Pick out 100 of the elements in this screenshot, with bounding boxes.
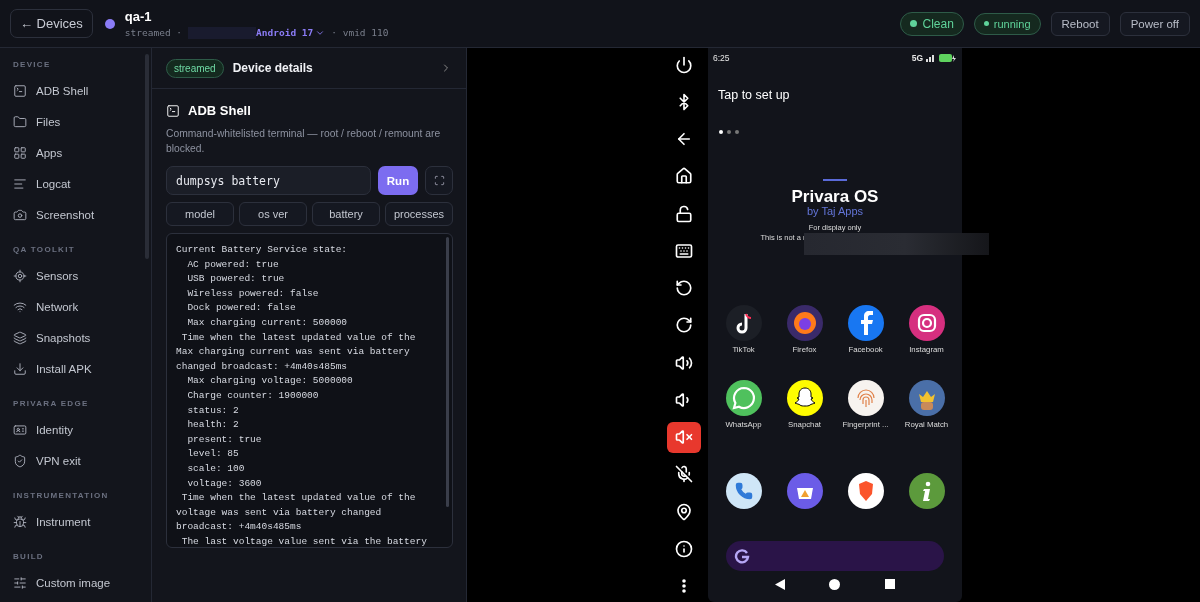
clock: 6:25 — [713, 52, 730, 63]
location-icon — [675, 502, 693, 521]
output-line: changed broadcast: +4m40s485ms — [176, 359, 349, 374]
output-line: Max charging voltage: 5000000 — [186, 374, 354, 389]
card-icon — [13, 422, 27, 437]
camera-icon — [13, 207, 27, 222]
sliders-icon — [13, 575, 27, 590]
g-logo-icon — [734, 548, 750, 564]
sidebar-item[interactable]: Sensors — [13, 260, 151, 291]
keyboard-icon — [675, 241, 693, 260]
output-line: scale: 100 — [186, 461, 246, 476]
more-icon — [682, 579, 686, 594]
back-button[interactable]: ← Devices — [10, 9, 93, 38]
sidebar-item[interactable]: Identity — [13, 414, 151, 445]
power-icon — [675, 55, 693, 74]
sidebar-item[interactable]: Apps — [13, 137, 151, 168]
sidebar-item[interactable]: Instrument — [13, 506, 151, 537]
firefox-app-icon[interactable] — [786, 305, 823, 341]
command-field[interactable]: dumpsys battery — [166, 166, 371, 195]
snapchat-app-icon[interactable] — [786, 380, 823, 416]
status-pill: running — [973, 12, 1041, 35]
rotate-left-icon — [675, 279, 693, 298]
run-button[interactable]: Run — [378, 166, 418, 195]
device-name: qa-1 — [124, 8, 153, 24]
status-pill: Clean — [900, 11, 964, 36]
network-label: 5G — [911, 52, 923, 63]
terminal-icon — [166, 103, 180, 118]
preset-button[interactable]: processes — [385, 202, 453, 226]
info-icon — [675, 539, 693, 558]
wifi-icon — [13, 299, 27, 314]
output-line: Max charging current: 500000 — [186, 315, 349, 330]
page-dot[interactable] — [735, 130, 739, 134]
store-app-icon[interactable] — [786, 473, 823, 509]
layers-icon — [13, 330, 27, 345]
output-line: USB powered: true — [186, 272, 286, 287]
unlock-icon — [675, 204, 693, 223]
terminal-icon — [13, 83, 27, 98]
home-nav-icon[interactable] — [829, 578, 841, 590]
os-version-dropdown[interactable]: Android 17 — [256, 27, 326, 38]
action-button[interactable]: Reboot — [1050, 11, 1110, 36]
tiktok-app-icon[interactable] — [725, 305, 762, 341]
fullscreen-button[interactable] — [425, 166, 453, 195]
output-line: voltage was sent via battery changed — [176, 505, 383, 520]
section-heading: DEVICE — [13, 60, 52, 69]
scrollbar[interactable] — [446, 237, 449, 507]
brand-title: Privara OS — [791, 187, 879, 207]
target-icon — [13, 268, 27, 283]
sidebar-item[interactable]: Snapshots — [13, 322, 151, 353]
battery-icon — [939, 53, 956, 62]
sidebar-item[interactable]: VPN exit — [13, 445, 151, 476]
stream-mode: streamed · — [124, 27, 183, 38]
game-app-icon[interactable] — [908, 380, 945, 416]
fullscreen-icon — [433, 175, 445, 186]
fingerprint-app-icon[interactable] — [847, 380, 884, 416]
preset-button[interactable]: battery — [312, 202, 380, 226]
page-dot[interactable] — [719, 130, 723, 134]
sidebar-item[interactable]: Custom image — [13, 567, 151, 598]
page-dot[interactable] — [727, 130, 731, 134]
section-heading: QA TOOLKIT — [13, 245, 76, 254]
output-line: level: 85 — [186, 447, 240, 462]
section-title: ADB Shell — [188, 103, 251, 118]
whatsapp-app-icon[interactable] — [725, 380, 762, 416]
preset-button[interactable]: os ver — [239, 202, 307, 226]
brave-app-icon[interactable] — [847, 473, 884, 509]
sidebar-item[interactable]: Install APK — [13, 353, 151, 384]
output-line: AC powered: true — [186, 257, 280, 272]
info-app-icon[interactable] — [908, 473, 945, 509]
output-line: voltage: 3600 — [186, 476, 263, 491]
volume-up-icon — [675, 353, 693, 372]
output-line: health: 2 — [186, 418, 240, 433]
phone-app-icon[interactable] — [725, 473, 762, 509]
back-nav-icon[interactable] — [775, 578, 786, 590]
section-heading: PRIVARA EDGE — [13, 399, 90, 408]
sidebar-item[interactable]: Network — [13, 291, 151, 322]
output-line: Charge counter: 1900000 — [186, 388, 320, 403]
recents-nav-icon[interactable] — [884, 579, 895, 589]
streamed-badge: streamed — [166, 58, 224, 78]
instagram-app-icon[interactable] — [908, 305, 945, 341]
output-line: status: 2 — [186, 403, 240, 418]
section-heading: BUILD — [13, 552, 45, 561]
output-line: Wireless powered: false — [186, 286, 320, 301]
facebook-app-icon[interactable] — [847, 305, 884, 341]
sidebar-item[interactable]: Logcat — [13, 168, 151, 199]
signal-icon — [926, 53, 936, 62]
byline: by Taj Apps — [806, 205, 864, 217]
sidebar-item[interactable]: Screenshot — [13, 199, 151, 230]
setup-prompt[interactable]: Tap to set up — [718, 88, 962, 102]
panel-title: Device details — [232, 61, 314, 75]
sidebar-item[interactable]: Files — [13, 106, 151, 137]
section-heading: INSTRUMENTATION — [13, 491, 110, 500]
action-button[interactable]: Power off — [1119, 11, 1190, 36]
folder-icon — [13, 114, 27, 129]
sidebar-item[interactable]: ADB Shell — [13, 75, 151, 106]
lines-icon — [13, 176, 27, 191]
mute-button[interactable] — [667, 421, 701, 453]
preset-button[interactable]: model — [166, 202, 234, 226]
bug-icon — [13, 514, 27, 529]
output-line: Time when the latest updated value of the — [180, 491, 417, 506]
output-line: Dock powered: false — [186, 301, 297, 316]
rotate-right-icon — [675, 316, 693, 335]
